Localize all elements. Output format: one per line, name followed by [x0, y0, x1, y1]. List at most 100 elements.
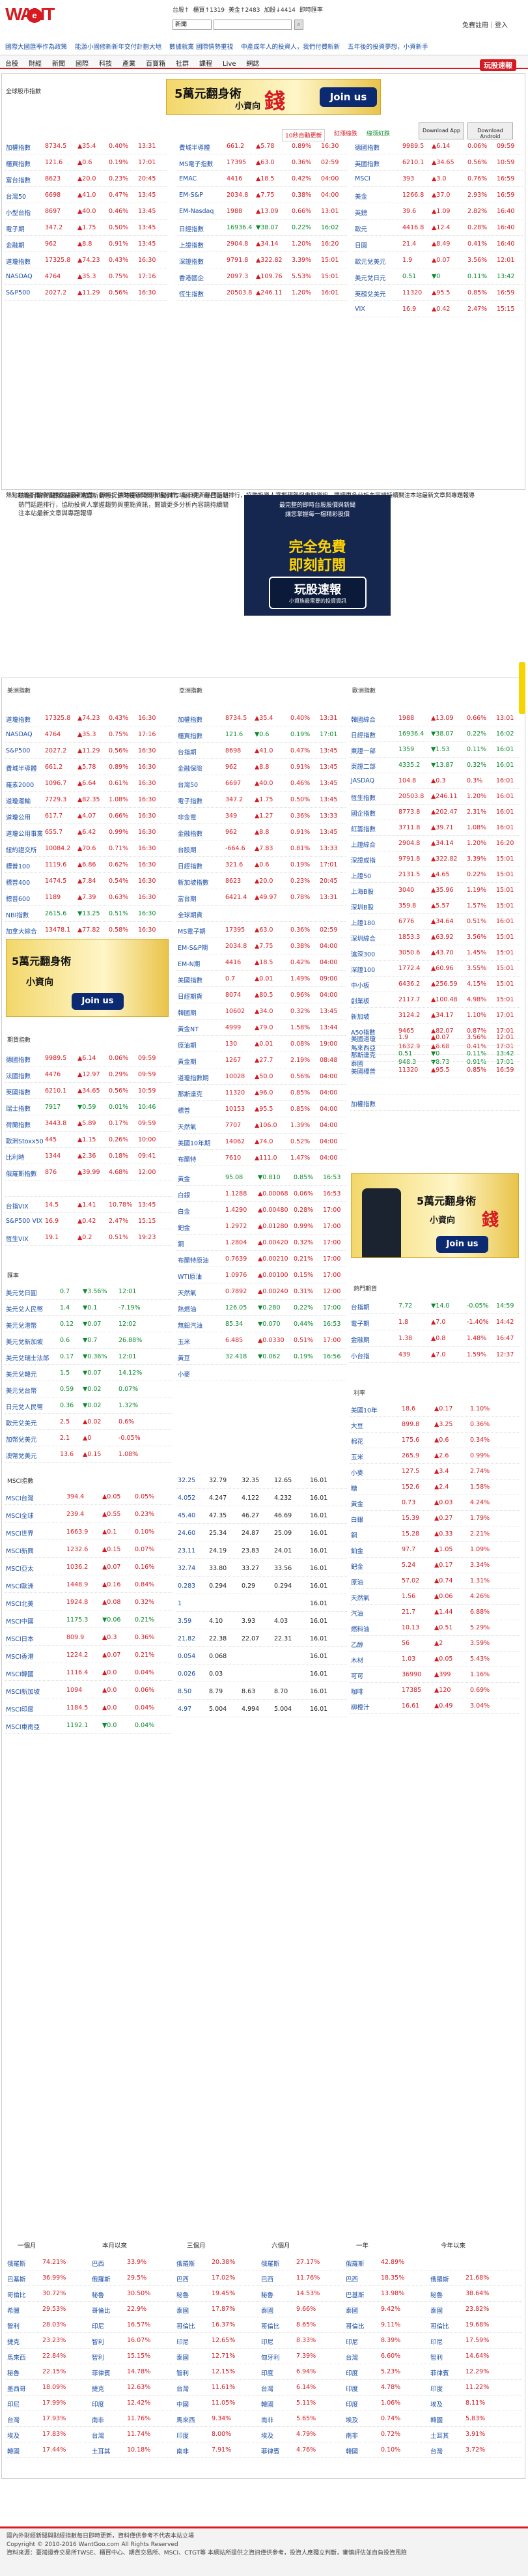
rank-country[interactable]: 希臘: [7, 2306, 20, 2315]
row-label[interactable]: 21.82: [178, 1635, 195, 1642]
rank-country[interactable]: 哥倫比: [92, 2306, 111, 2315]
table-row[interactable]: 道瓊公用事業 655.7 ▲6.42 0.99% 16:30: [5, 825, 173, 840]
table-row[interactable]: 滬深300 3050.6 ▲43.70 1.45% 15:01: [350, 945, 520, 961]
rank-country[interactable]: 菲律賓: [430, 2368, 449, 2377]
row-label[interactable]: 新加坡: [351, 1012, 370, 1021]
table-row[interactable]: S&P500 VIX 16.9 ▲0.42 2.47% 15:15: [5, 1214, 173, 1229]
table-row[interactable]: 台指期 7.72 ▼14.0 -0.05% 14:59: [350, 1298, 520, 1314]
nav-item[interactable]: 國際: [76, 58, 89, 68]
rank-country[interactable]: 台灣: [261, 2384, 273, 2393]
row-label[interactable]: 英磅兌美元: [355, 289, 386, 298]
table-row[interactable]: 4.052 4.247 4.122 4.232 16.01: [176, 1491, 347, 1506]
row-label[interactable]: 美國道瓊: [351, 1034, 376, 1043]
row-label[interactable]: 加拿大綜合: [6, 926, 37, 936]
table-row[interactable]: 上證指數 2904.8 ▲34.14 1.20% 16:20: [178, 236, 347, 252]
row-label[interactable]: 3.59: [178, 1618, 191, 1625]
row-label[interactable]: MSCI新加坡: [6, 1687, 40, 1696]
rank-country[interactable]: 菲律賓: [92, 2368, 111, 2377]
row-label[interactable]: 東證一部: [351, 746, 376, 755]
rank-country[interactable]: 印尼: [176, 2337, 189, 2346]
row-label[interactable]: MSCI北美: [6, 1599, 34, 1608]
row-label[interactable]: 德國指數: [6, 1055, 31, 1064]
rank-country[interactable]: 土耳其: [92, 2446, 111, 2455]
rank-country[interactable]: 印度: [261, 2368, 273, 2377]
nav-item[interactable]: 科技: [99, 58, 112, 68]
rank-country[interactable]: 俄羅斯: [7, 2259, 26, 2268]
rank-row[interactable]: 埃及 17.83% 台灣 11.74% 印度 8.00% 埃及 4.79% 南非 0.72% 土耳其…: [5, 2427, 522, 2442]
row-label[interactable]: 熱燃油: [178, 1304, 197, 1313]
table-row[interactable]: 白銀 15.39 ▲0.27 1.79%: [350, 1511, 520, 1526]
row-label[interactable]: 台指期: [351, 1302, 370, 1311]
table-row[interactable]: 電子期 1.8 ▲7.0 -1.40% 14:42: [350, 1315, 520, 1330]
row-label[interactable]: 1: [178, 1600, 182, 1607]
table-row[interactable]: 美元兌台幣 0.59 ▼0.02 0.07%: [5, 1382, 173, 1397]
row-label[interactable]: 大豆: [351, 1421, 363, 1430]
table-row[interactable]: 日元兌人民幣 0.36 ▼0.02 1.32%: [5, 1398, 173, 1414]
row-label[interactable]: 深圳B股: [351, 902, 374, 911]
table-row[interactable]: 標普400 1474.5 ▲7.84 0.54% 16:30: [5, 874, 173, 889]
rank-country[interactable]: 智利: [92, 2353, 104, 2362]
rank-row[interactable]: 印尼 17.99% 印度 12.42% 中國 11.05% 韓國 5.11% 印度 1.06% 埃及…: [5, 2396, 522, 2411]
table-row[interactable]: 美元兌韓元 1.5 ▼0.07 14.12%: [5, 1366, 173, 1381]
login-link[interactable]: 免費註冊｜登入: [462, 20, 508, 29]
table-row[interactable]: 櫃買指數 121.6 ▼0.6 0.19% 17:01: [176, 727, 346, 743]
row-label[interactable]: EM-N期: [178, 959, 200, 968]
table-row[interactable]: 熱燃油 126.05 ▼0.280 0.22% 17:00: [176, 1300, 346, 1316]
table-row[interactable]: 燃料油 10.13 ▲0.51 5.29%: [350, 1620, 520, 1636]
table-row[interactable]: 上證綜合 2904.8 ▲34.14 1.20% 16:20: [350, 836, 520, 852]
rank-country[interactable]: 俄羅斯: [346, 2259, 365, 2268]
table-row[interactable]: 3.59 4.10 3.93 4.03 16.01: [176, 1614, 347, 1629]
table-row[interactable]: MSCI北美 1924.8 ▲0.08 0.32%: [5, 1595, 173, 1610]
table-row[interactable]: 深證指數 9791.8 ▲322.82 3.39% 15:01: [178, 253, 347, 268]
row-label[interactable]: 小台指: [351, 1351, 370, 1360]
rank-country[interactable]: 台灣: [92, 2431, 104, 2440]
table-row[interactable]: 黃金 0.73 ▲0.03 4.24%: [350, 1495, 520, 1511]
row-label[interactable]: MSCI全球: [6, 1511, 34, 1520]
table-row[interactable]: 韓國綜合 1988 ▲13.09 0.66% 13:01: [350, 711, 520, 726]
rank-row[interactable]: 希臘 29.53% 哥倫比 22.9% 泰國 17.87% 泰國 9.66% 泰國 9.42% 泰國…: [5, 2302, 522, 2317]
row-label[interactable]: EM-S&P期: [178, 943, 208, 952]
rank-country[interactable]: 印度: [176, 2431, 189, 2440]
row-label[interactable]: 那斯達克: [178, 1089, 202, 1098]
rank-country[interactable]: 秘魯: [261, 2290, 273, 2299]
row-label[interactable]: 上證指數: [179, 240, 204, 250]
rank-country[interactable]: 印尼: [430, 2337, 443, 2346]
row-label[interactable]: 標普600: [6, 894, 30, 903]
table-row[interactable]: 金融保險 962 ▲8.8 0.91% 13:45: [176, 760, 346, 775]
header-quote[interactable]: 加股↓4414: [264, 7, 295, 14]
table-row[interactable]: 無鉛汽油 85.34 ▼0.070 0.44% 16:53: [176, 1317, 346, 1332]
row-label[interactable]: 標普100: [6, 861, 30, 870]
rank-country[interactable]: 俄羅斯: [92, 2274, 111, 2283]
nav-item[interactable]: 社群: [176, 58, 189, 68]
row-label[interactable]: 金融指數: [178, 829, 202, 838]
row-label[interactable]: 糖: [351, 1483, 357, 1493]
table-row[interactable]: 銅 1.2804 ▲0.00420 0.32% 17:00: [176, 1235, 346, 1251]
row-label[interactable]: 銅: [351, 1530, 357, 1539]
table-row[interactable]: 黃金期 1267 ▲27.7 2.19% 08:48: [176, 1053, 346, 1068]
table-row[interactable]: 英鎊 39.6 ▲1.09 2.82% 16:40: [354, 204, 523, 220]
row-label[interactable]: 歐元: [355, 224, 367, 233]
table-row[interactable]: 上海B股 3040 ▲35.96 1.19% 15:01: [350, 883, 520, 898]
row-label[interactable]: 玉米: [351, 1452, 363, 1461]
table-row[interactable]: NASDAQ 4764 ▲35.3 0.75% 17:16: [5, 269, 167, 285]
table-row[interactable]: 1 16.01: [176, 1596, 347, 1612]
row-label[interactable]: 櫃買指數: [178, 731, 202, 740]
rank-country[interactable]: 菲律賓: [261, 2446, 280, 2455]
rank-country[interactable]: 巴西: [261, 2274, 273, 2283]
row-label[interactable]: 非金電: [178, 812, 197, 822]
table-row[interactable]: S&P500 2027.2 ▲11.29 0.56% 16:30: [5, 743, 173, 759]
table-row[interactable]: 黃金 95.08 ▼0.810 0.85% 16:53: [176, 1170, 346, 1186]
row-label[interactable]: 銅: [178, 1239, 184, 1248]
row-label[interactable]: MSCI印度: [6, 1704, 34, 1713]
table-row[interactable]: 天然氣 7707 ▲106.0 1.39% 04:00: [176, 1118, 346, 1134]
table-row[interactable]: 中小板 6436.2 ▲256.59 4.15% 15:01: [350, 977, 520, 992]
rank-country[interactable]: 哥倫比: [176, 2321, 195, 2330]
table-row[interactable]: 0.026 0.03 16.01: [176, 1667, 347, 1682]
row-label[interactable]: 日圓: [355, 240, 367, 250]
row-label[interactable]: 中小板: [351, 980, 370, 990]
row-label[interactable]: 燃料油: [351, 1624, 370, 1633]
rank-country[interactable]: 韓國: [261, 2399, 273, 2409]
row-label[interactable]: 台灣50: [6, 192, 26, 201]
row-label[interactable]: MS電子期: [178, 926, 206, 936]
rank-country[interactable]: 秘魯: [92, 2290, 104, 2299]
